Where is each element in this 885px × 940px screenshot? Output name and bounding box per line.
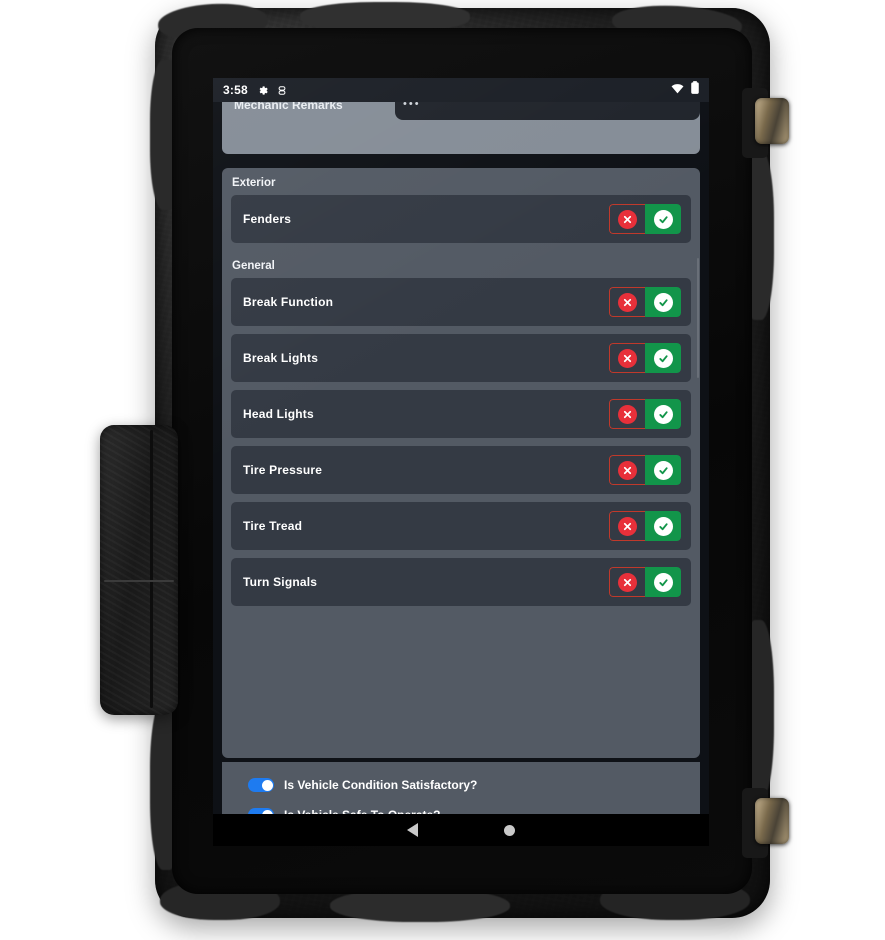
fail-button[interactable] — [609, 287, 645, 317]
pass-button[interactable] — [645, 567, 681, 597]
pass-fail-toggle — [609, 511, 681, 541]
back-icon[interactable] — [407, 823, 418, 837]
overflow-menu-icon[interactable]: ••• — [403, 102, 421, 110]
hand-strap-crease — [104, 580, 174, 582]
battery-icon — [691, 81, 699, 99]
tablet-screen: 3:58 Mechanic Remarks ••• Exterior Fende… — [213, 78, 709, 846]
circle-check-icon — [653, 516, 673, 536]
circle-check-icon — [653, 292, 673, 312]
circle-x-icon — [618, 572, 637, 592]
checklist-item-row: Tire Tread — [231, 502, 691, 550]
circle-check-icon — [653, 460, 673, 480]
circle-x-icon — [618, 460, 637, 480]
screenshot-root: 3:58 Mechanic Remarks ••• Exterior Fende… — [0, 0, 885, 940]
toggle-switch[interactable] — [248, 778, 274, 792]
checklist-item-row: Head Lights — [231, 390, 691, 438]
gear-icon — [257, 85, 268, 96]
circle-x-icon — [618, 209, 637, 229]
checklist-item-label: Break Lights — [243, 351, 319, 365]
circle-check-icon — [653, 209, 673, 229]
pass-fail-toggle — [609, 455, 681, 485]
mechanic-remarks-label: Mechanic Remarks — [234, 102, 343, 112]
checklist-item-label: Tire Pressure — [243, 463, 323, 477]
pass-button[interactable] — [645, 399, 681, 429]
fail-button[interactable] — [609, 511, 645, 541]
checklist-item-row: Fenders — [231, 195, 691, 243]
app-content: Mechanic Remarks ••• Exterior Fenders Gene… — [213, 102, 709, 814]
group-header: Exterior — [232, 177, 276, 189]
top-overlay-bar — [395, 102, 700, 120]
pass-button[interactable] — [645, 455, 681, 485]
inspection-checklist-panel: Exterior Fenders General Break Function Brea… — [222, 168, 700, 758]
checklist-item-row: Break Function — [231, 278, 691, 326]
fail-button[interactable] — [609, 455, 645, 485]
circle-check-icon — [653, 348, 673, 368]
android-nav-bar — [213, 814, 709, 846]
home-icon[interactable] — [504, 824, 515, 836]
toggle-switch-row: Is Vehicle Safe To Operate? — [222, 800, 700, 814]
circle-check-icon — [653, 404, 673, 424]
side-connector-bottom — [755, 798, 789, 844]
pass-button[interactable] — [645, 343, 681, 373]
pass-fail-toggle — [609, 567, 681, 597]
checklist-item-label: Fenders — [243, 212, 292, 226]
group-header: General — [232, 260, 275, 272]
checklist-item-label: Head Lights — [243, 407, 314, 421]
toggle-switch-label: Is Vehicle Condition Satisfactory? — [284, 778, 478, 792]
checklist-item-row: Break Lights — [231, 334, 691, 382]
pass-fail-toggle — [609, 399, 681, 429]
fail-button[interactable] — [609, 343, 645, 373]
circle-check-icon — [653, 572, 673, 592]
app-notification-icon — [277, 85, 287, 96]
circle-x-icon — [618, 516, 637, 536]
status-bar: 3:58 — [213, 78, 709, 102]
scrollbar[interactable] — [697, 258, 699, 378]
hand-strap — [100, 425, 178, 715]
fail-button[interactable] — [609, 399, 645, 429]
side-connector-top — [755, 98, 789, 144]
pass-fail-toggle — [609, 287, 681, 317]
circle-x-icon — [618, 292, 637, 312]
pass-button[interactable] — [645, 511, 681, 541]
toggle-switch-row: Is Vehicle Condition Satisfactory? — [222, 770, 700, 800]
toggle-knob — [261, 779, 273, 791]
checklist-groups: Exterior Fenders General Break Function Brea… — [222, 168, 700, 606]
wifi-icon — [671, 81, 684, 99]
hand-strap-texture — [100, 425, 178, 715]
fail-button[interactable] — [609, 567, 645, 597]
pass-button[interactable] — [645, 204, 681, 234]
status-time: 3:58 — [223, 83, 248, 97]
checklist-item-row: Tire Pressure — [231, 446, 691, 494]
status-right-icons — [671, 81, 699, 99]
fail-button[interactable] — [609, 204, 645, 234]
hand-strap-seam — [150, 430, 153, 708]
checklist-item-row: Turn Signals — [231, 558, 691, 606]
circle-x-icon — [618, 348, 637, 368]
pass-fail-toggle — [609, 204, 681, 234]
circle-x-icon — [618, 404, 637, 424]
pass-fail-toggle — [609, 343, 681, 373]
pass-button[interactable] — [645, 287, 681, 317]
checklist-item-label: Break Function — [243, 295, 334, 309]
checklist-item-label: Tire Tread — [243, 519, 303, 533]
checklist-item-label: Turn Signals — [243, 575, 318, 589]
vehicle-question-switches: Is Vehicle Condition Satisfactory? Is Veh… — [222, 770, 700, 814]
